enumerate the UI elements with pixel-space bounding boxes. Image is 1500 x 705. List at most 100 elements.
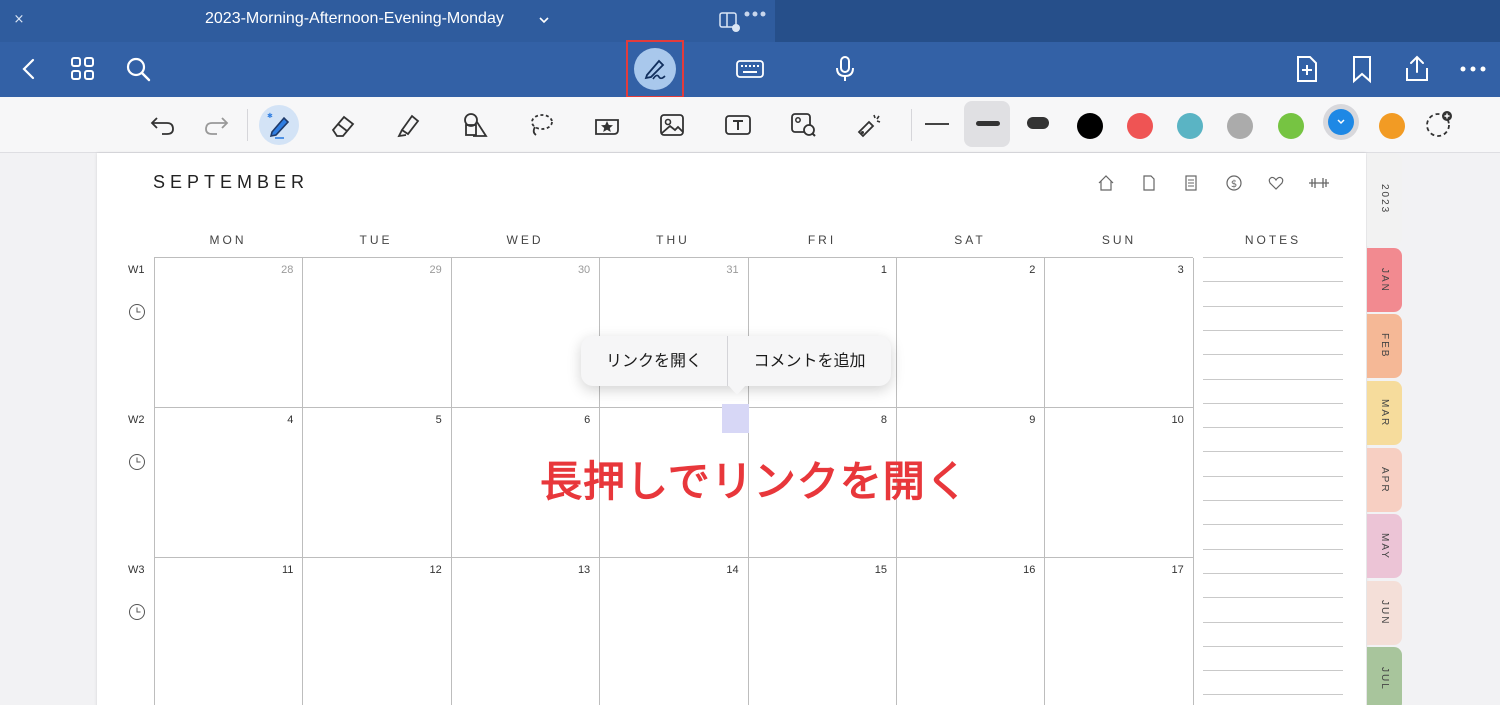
calendar-cell[interactable]: 16 <box>897 558 1046 705</box>
dollar-icon[interactable]: $ <box>1224 173 1244 193</box>
color-swatch-orange[interactable] <box>1379 113 1405 139</box>
month-tab-jun[interactable]: JUN <box>1367 581 1402 645</box>
notes-line[interactable] <box>1203 524 1343 526</box>
month-tab-jan[interactable]: JAN <box>1367 248 1402 312</box>
notes-line[interactable] <box>1203 500 1343 501</box>
notes-line[interactable] <box>1203 281 1343 283</box>
notes-line[interactable] <box>1203 402 1343 404</box>
grid-icon[interactable] <box>68 54 98 84</box>
share-icon[interactable] <box>1402 54 1432 84</box>
month-tab-mar[interactable]: MAR <box>1367 381 1402 445</box>
color-swatch-gray[interactable] <box>1227 113 1253 139</box>
add-page-icon[interactable] <box>1292 54 1322 84</box>
notes-line[interactable] <box>1203 645 1343 647</box>
color-swatch-teal[interactable] <box>1177 113 1203 139</box>
notes-line[interactable] <box>1203 548 1343 550</box>
eraser-tool[interactable] <box>323 105 363 145</box>
calendar-cell[interactable]: 2 <box>897 258 1046 408</box>
date-number: 31 <box>726 264 739 276</box>
notes-line[interactable] <box>1203 572 1343 574</box>
month-tab-may[interactable]: MAY <box>1367 514 1402 578</box>
notes-line[interactable] <box>1203 670 1343 672</box>
clock-icon[interactable] <box>128 453 146 471</box>
notes-line[interactable] <box>1203 378 1343 380</box>
calendar-cell[interactable]: 28 <box>155 258 304 408</box>
microphone-icon[interactable] <box>830 54 860 84</box>
home-icon[interactable] <box>1096 173 1116 193</box>
notes-line[interactable] <box>1203 475 1343 477</box>
dumbbell-icon[interactable] <box>1307 173 1331 193</box>
color-swatch-green[interactable] <box>1278 113 1304 139</box>
highlighted-date-link[interactable] <box>722 404 749 433</box>
document-icon[interactable] <box>1139 173 1159 193</box>
window-menu-icon[interactable] <box>744 10 766 18</box>
calendar-cell[interactable]: 15 <box>749 558 897 705</box>
month-tab-2023[interactable]: 2023 <box>1367 153 1402 246</box>
calendar-cell[interactable]: 14 <box>600 558 749 705</box>
image-tool[interactable] <box>652 105 692 145</box>
notes-line[interactable] <box>1203 329 1343 331</box>
lasso-tool[interactable] <box>521 105 561 145</box>
notes-line[interactable] <box>1203 451 1343 453</box>
calendar-cell[interactable]: 13 <box>452 558 601 705</box>
search-icon[interactable] <box>123 54 153 84</box>
calendar-cell[interactable]: 17 <box>1045 558 1194 705</box>
color-swatch-blue-selected[interactable] <box>1328 109 1354 135</box>
highlighter-tool[interactable] <box>389 105 429 145</box>
day-header-thu: THU <box>656 233 690 247</box>
stroke-thin[interactable] <box>925 123 949 125</box>
undo-button[interactable] <box>143 105 183 145</box>
notes-line[interactable] <box>1203 305 1343 307</box>
month-tab-apr[interactable]: APR <box>1367 448 1402 512</box>
calendar-cell[interactable]: 29 <box>303 258 452 408</box>
month-tab-feb[interactable]: FEB <box>1367 314 1402 378</box>
keyboard-icon[interactable] <box>735 54 765 84</box>
clock-icon[interactable] <box>128 603 146 621</box>
calendar-cell[interactable]: 3 <box>1045 258 1194 408</box>
week-label[interactable]: W2 <box>128 414 145 426</box>
text-tool[interactable] <box>718 105 758 145</box>
back-icon[interactable] <box>14 54 44 84</box>
add-color-icon[interactable] <box>1424 109 1454 139</box>
pen-tool[interactable]: ✱ <box>259 105 299 145</box>
calendar-cell[interactable]: 12 <box>303 558 452 705</box>
calendar-cell[interactable]: 30 <box>451 258 601 408</box>
date-number: 9 <box>1029 414 1036 426</box>
more-icon[interactable] <box>1458 54 1488 84</box>
notes-line[interactable] <box>1203 427 1343 429</box>
list-icon[interactable] <box>1181 173 1201 193</box>
calendar-cell[interactable]: 5 <box>303 408 452 558</box>
calendar-cell[interactable]: 10 <box>1045 408 1194 558</box>
calendar-cell[interactable]: 11 <box>155 558 304 705</box>
notes-line[interactable] <box>1203 694 1343 696</box>
calendar-cell[interactable]: 4 <box>155 408 304 558</box>
heart-icon[interactable] <box>1266 173 1286 193</box>
shapes-tool[interactable] <box>455 105 495 145</box>
image-search-tool[interactable] <box>783 105 823 145</box>
open-link-menu-item[interactable]: リンクを開く <box>581 336 727 386</box>
pen-mode-button[interactable] <box>626 40 684 98</box>
notes-line[interactable] <box>1203 621 1343 623</box>
notes-line[interactable] <box>1203 354 1343 356</box>
week-label[interactable]: W3 <box>128 564 145 576</box>
laser-pointer-tool[interactable] <box>848 105 888 145</box>
notes-line[interactable] <box>1203 257 1343 258</box>
stroke-medium[interactable] <box>976 121 1000 126</box>
color-swatch-red[interactable] <box>1127 113 1153 139</box>
document-title[interactable]: 2023-Morning-Afternoon-Evening-Monday <box>205 10 504 28</box>
month-tab-jul[interactable]: JUL <box>1367 647 1402 705</box>
planner-page[interactable]: SEPTEMBER $ MON TUE WED THU FRI SAT SUN … <box>97 153 1366 705</box>
bookmark-icon[interactable] <box>1347 54 1377 84</box>
week-label[interactable]: W1 <box>128 264 145 276</box>
redo-button[interactable] <box>196 105 236 145</box>
stroke-thick[interactable] <box>1027 117 1049 129</box>
color-swatch-black[interactable] <box>1077 113 1103 139</box>
clock-icon[interactable] <box>128 303 146 321</box>
chevron-down-icon[interactable] <box>538 14 550 26</box>
close-tab-button[interactable]: × <box>10 11 28 29</box>
add-comment-menu-item[interactable]: コメントを追加 <box>728 336 891 386</box>
date-number: 10 <box>1171 414 1184 426</box>
sticker-tool[interactable] <box>587 105 627 145</box>
split-view-icon[interactable] <box>718 10 740 32</box>
notes-line[interactable] <box>1203 597 1343 599</box>
